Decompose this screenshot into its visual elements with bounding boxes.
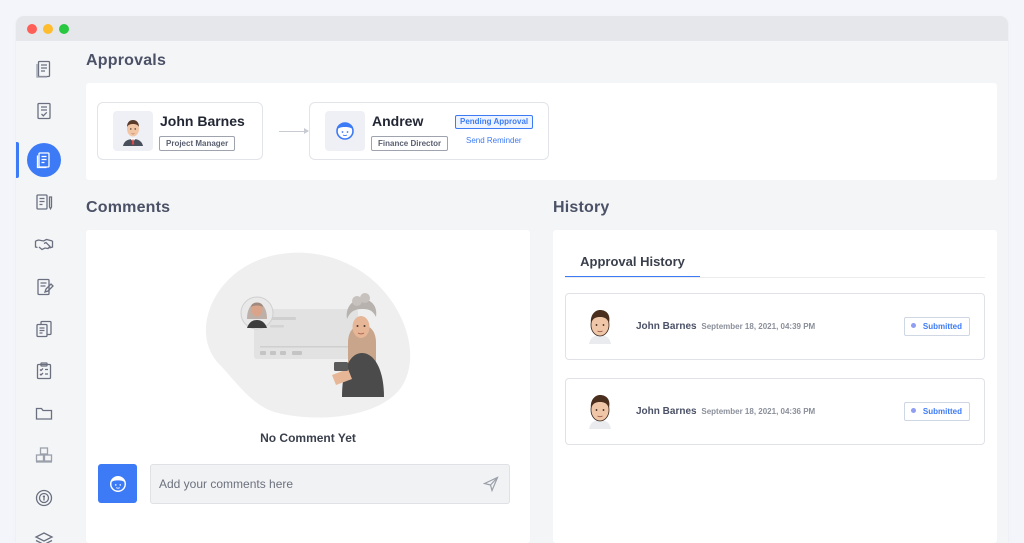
pending-approval-badge: Pending Approval [455, 115, 534, 129]
approver-name: John Barnes [160, 113, 245, 129]
clipboard-check-icon [36, 362, 52, 380]
history-date: September 18, 2021, 04:36 PM [701, 407, 816, 416]
history-card: Approval History John Barnes September 1… [553, 230, 997, 543]
no-comment-text: No Comment Yet [260, 431, 356, 445]
history-entry-text: John Barnes September 18, 2021, 04:36 PM [636, 406, 815, 417]
comments-title: Comments [86, 199, 171, 216]
sidebar-item-documents[interactable] [16, 51, 72, 87]
app-window: Approvals John Barnes Project Manager An… [16, 16, 1008, 543]
document-icon [36, 60, 51, 78]
role-badge: Project Manager [159, 136, 236, 151]
status-badge: Submitted [903, 317, 970, 336]
sidebar-item-layers[interactable] [16, 522, 72, 543]
checklist-icon [37, 102, 51, 120]
layers-icon [34, 532, 54, 543]
window-titlebar [16, 16, 1008, 41]
tab-approval-history[interactable]: Approval History [565, 254, 700, 278]
history-user-name: John Barnes [636, 406, 697, 417]
document-pen-icon [36, 194, 53, 211]
status-label: Submitted [922, 407, 962, 416]
files-icon [36, 320, 52, 338]
handshake-icon [34, 238, 54, 251]
sidebar-item-checklist[interactable] [16, 93, 72, 129]
comment-input-box [150, 464, 510, 504]
sidebar-item-document-pen[interactable] [16, 184, 72, 220]
user-face-icon [109, 475, 126, 492]
edit-document-icon [37, 278, 54, 296]
approvals-title: Approvals [86, 52, 167, 69]
avatar [113, 111, 153, 151]
sidebar-item-finance[interactable] [16, 480, 72, 516]
history-user-name: John Barnes [636, 321, 697, 332]
send-icon[interactable] [483, 476, 499, 492]
minimize-window-button[interactable] [43, 24, 53, 34]
role-badge: Finance Director [371, 136, 449, 151]
empty-comments-illustration [205, 252, 411, 418]
send-reminder-link[interactable]: Send Reminder [466, 136, 522, 145]
man-avatar-icon [123, 120, 143, 146]
user-face-icon [336, 122, 354, 140]
boxes-icon [35, 447, 53, 463]
approval-document-icon [36, 152, 50, 169]
history-entry: John Barnes September 18, 2021, 04:36 PM… [565, 378, 985, 445]
history-entry: John Barnes September 18, 2021, 04:39 PM… [565, 293, 985, 360]
target-coin-icon [35, 489, 53, 507]
approver-card-andrew[interactable]: Andrew Finance Director Pending Approval… [309, 102, 549, 160]
man-avatar-icon [589, 395, 611, 429]
man-avatar-icon [589, 310, 611, 344]
sidebar-item-approvals[interactable] [16, 142, 72, 178]
approver-name: Andrew [372, 113, 424, 129]
comments-card: No Comment Yet [86, 230, 530, 543]
sidebar-item-tasks[interactable] [16, 353, 72, 389]
maximize-window-button[interactable] [59, 24, 69, 34]
history-date: September 18, 2021, 04:39 PM [701, 322, 816, 331]
sidebar-item-files[interactable] [16, 311, 72, 347]
status-label: Submitted [922, 322, 962, 331]
sidebar-item-inventory[interactable] [16, 437, 72, 473]
current-user-avatar [98, 464, 137, 503]
sidebar [16, 41, 72, 543]
approver-card-john-barnes[interactable]: John Barnes Project Manager [97, 102, 263, 160]
status-dot [910, 323, 916, 328]
sidebar-item-partners[interactable] [16, 226, 72, 262]
tab-divider [565, 277, 985, 278]
avatar [325, 111, 365, 151]
active-indicator [27, 143, 61, 177]
history-entry-text: John Barnes September 18, 2021, 04:39 PM [636, 321, 815, 332]
sidebar-item-folders[interactable] [16, 395, 72, 431]
history-title: History [553, 199, 610, 216]
status-badge: Submitted [903, 402, 970, 421]
comment-input[interactable] [151, 465, 471, 503]
status-dot [910, 408, 916, 413]
close-window-button[interactable] [27, 24, 37, 34]
folder-icon [35, 407, 53, 420]
approvals-card: John Barnes Project Manager Andrew Finan… [86, 83, 997, 180]
sidebar-item-edit[interactable] [16, 269, 72, 305]
